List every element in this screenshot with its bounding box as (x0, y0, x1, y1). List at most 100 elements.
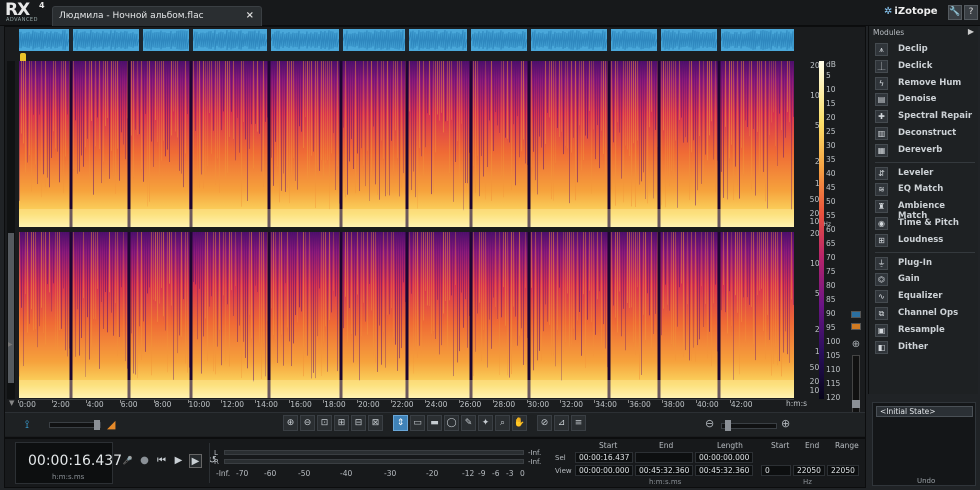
sel-length-field[interactable]: 00:00:00.000 (695, 452, 753, 463)
module-label: Time & Pitch (898, 218, 959, 228)
declick-icon: ⏊ (875, 59, 888, 73)
time-pitch-icon: ◉ (875, 217, 888, 230)
title-bar: RX 4 ADVANCED Людмила - Ночной альбом.fl… (0, 0, 980, 26)
blend-slider-knob[interactable] (94, 420, 100, 430)
spectral-repair-icon: ✚ (875, 110, 888, 124)
meter-left-label: L (214, 449, 218, 457)
help-button[interactable]: ? (964, 5, 978, 20)
zoom-fit-time-icon[interactable]: ⊞ (334, 415, 349, 431)
freq-range-field[interactable]: 22050 (827, 465, 859, 476)
module-plug-in[interactable]: ⏚ Plug-In (875, 256, 975, 271)
module-eq-match[interactable]: ≋ EQ Match (875, 182, 975, 197)
time-tick: 8:00 (153, 400, 172, 409)
meter-scale-tick: -60 (264, 469, 277, 478)
zoom-out-icon[interactable]: ⊖ (300, 415, 315, 431)
sel-start-field[interactable]: 00:00:16.437 (575, 452, 633, 463)
view-start-field[interactable]: 00:00:00.000 (575, 465, 633, 476)
settings-wrench-icon[interactable]: 🔧 (948, 5, 962, 20)
microphone-icon[interactable]: 🎤 (121, 454, 134, 468)
spectrogram-color-swatch[interactable] (851, 323, 861, 330)
vertical-zoom-knob[interactable] (852, 400, 860, 408)
brush-tool-icon[interactable]: ✎ (461, 415, 476, 431)
horizontal-zoom-knob[interactable] (725, 420, 731, 431)
transport-bar: 00:00:16.437 h:m:s.ms 🎤 ● ⏮ ▶ ▶ ↺ L -Inf… (4, 438, 866, 488)
lasso-tool-icon[interactable]: ◯ (444, 415, 459, 431)
play-button[interactable]: ▶ (172, 454, 185, 468)
module-loudness[interactable]: ⊞ Loudness (875, 233, 975, 248)
view-length-field[interactable]: 00:45:32.360 (695, 465, 753, 476)
zoom-selection-icon[interactable]: ⊡ (317, 415, 332, 431)
module-deconstruct[interactable]: ▥ Deconstruct (875, 126, 975, 141)
module-declick[interactable]: ⏊ Declick (875, 59, 975, 74)
spectrogram-channel-left[interactable] (19, 61, 794, 227)
module-channel-ops[interactable]: ⧉ Channel Ops (875, 306, 975, 321)
sel-end-field[interactable] (635, 452, 693, 463)
zoom-all-icon[interactable]: ⊠ (368, 415, 383, 431)
spectrogram-blend-slider[interactable] (49, 420, 101, 430)
module-leveler[interactable]: ⇵ Leveler (875, 166, 975, 181)
time-selection-tool-icon[interactable]: ⇕ (393, 415, 408, 431)
rectangle-selection-tool-icon[interactable]: ▭ (410, 415, 425, 431)
module-declip[interactable]: ⩚ Declip (875, 42, 975, 57)
vertical-zoom-slider[interactable] (852, 355, 860, 413)
harmonic-icon[interactable]: ⊿ (554, 415, 569, 431)
go-to-start-button[interactable]: ⏮ (155, 454, 168, 468)
waveform-overview[interactable] (19, 29, 794, 51)
freq-high-field[interactable]: 22050 (793, 465, 825, 476)
record-button[interactable]: ● (138, 454, 151, 468)
zoom-in-horizontal-icon[interactable]: ⊕ (781, 417, 790, 430)
module-ambience-match[interactable]: ♜ Ambience Match (875, 199, 975, 221)
module-dither[interactable]: ◧ Dither (875, 340, 975, 355)
modules-panel: Modules ▶ ⩚ Declip ⏊ Declick ϟ Remove Hum ▤ Den… (868, 26, 978, 394)
hand-tool-icon[interactable]: ✋ (512, 415, 527, 431)
file-tab[interactable]: Людмила - Ночной альбом.flac × (52, 6, 262, 26)
undo-history-item[interactable]: <Initial State> (876, 406, 973, 417)
module-label: Spectral Repair (898, 111, 973, 122)
module-equalizer[interactable]: ∿ Equalizer (875, 289, 975, 304)
overview-waveform (19, 29, 794, 51)
channel-scrollbar[interactable]: ▶ (7, 61, 15, 399)
time-tick: 42:00 (729, 400, 753, 409)
db-tick: 85 (826, 295, 836, 304)
modules-expand-icon[interactable]: ▶ (968, 27, 974, 36)
frequency-selection-tool-icon[interactable]: ▬ (427, 415, 442, 431)
module-denoise[interactable]: ▤ Denoise (875, 92, 975, 107)
play-selection-button[interactable]: ▶ (189, 454, 202, 468)
zoom-in-vertical-icon[interactable]: ⊕ (850, 339, 862, 351)
zoom-fit-freq-icon[interactable]: ⊟ (351, 415, 366, 431)
db-tick: 100 (826, 337, 841, 346)
magic-wand-tool-icon[interactable]: ✦ (478, 415, 493, 431)
scrollbar-thumb[interactable] (8, 233, 14, 383)
view-end-field[interactable]: 00:45:32.360 (635, 465, 693, 476)
close-tab-icon[interactable]: × (246, 10, 254, 21)
channel-menu-arrow[interactable]: ▼ (9, 399, 14, 407)
spectrogram-view-icon[interactable]: ◢ (107, 418, 123, 431)
gain-icon: ⏣ (875, 273, 888, 287)
module-spectral-repair[interactable]: ✚ Spectral Repair (875, 109, 975, 124)
module-time-pitch[interactable]: ◉ Time & Pitch (875, 216, 975, 231)
zoom-in-icon[interactable]: ⊕ (283, 415, 298, 431)
module-label: Plug-In (898, 257, 933, 268)
snap-icon[interactable]: ⊘ (537, 415, 552, 431)
spectrogram-channel-right[interactable] (19, 232, 794, 398)
meter-scale-tick: -Inf. (216, 469, 231, 478)
time-tick: 6:00 (119, 400, 138, 409)
meter-left-bar (224, 450, 524, 455)
spectrogram-view[interactable] (19, 61, 794, 399)
module-gain[interactable]: ⏣ Gain (875, 272, 975, 287)
module-resample[interactable]: ▣ Resample (875, 323, 975, 338)
db-tick: 70 (826, 253, 836, 262)
spectrum-analyzer-icon[interactable]: ≡ (571, 415, 586, 431)
module-dereverb[interactable]: ▦ Dereverb (875, 143, 975, 158)
find-similar-icon[interactable]: ⌕ (495, 415, 510, 431)
freq-low-field[interactable]: 0 (761, 465, 791, 476)
zoom-out-horizontal-icon[interactable]: ⊖ (705, 417, 714, 430)
channel-ops-icon: ⧉ (875, 307, 888, 320)
module-label: Equalizer (898, 291, 943, 302)
waveform-view-icon[interactable]: ⟟ (25, 418, 41, 431)
db-tick: 120 (826, 393, 841, 402)
time-tick: 18:00 (323, 400, 346, 409)
meter-right-peak: -Inf. (528, 458, 542, 466)
module-remove-hum[interactable]: ϟ Remove Hum (875, 76, 975, 91)
waveform-color-swatch[interactable] (851, 311, 861, 318)
